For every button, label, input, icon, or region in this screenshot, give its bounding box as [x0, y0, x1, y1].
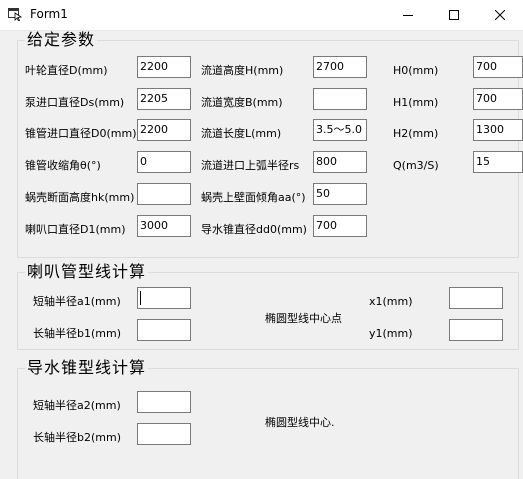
- bell-diameter-input[interactable]: 3000: [137, 215, 191, 237]
- flow-q-input[interactable]: 15: [473, 151, 523, 173]
- x1-input[interactable]: [449, 287, 503, 309]
- maximize-icon: [449, 10, 459, 20]
- cone-inlet-diameter-input[interactable]: 2200: [137, 119, 191, 141]
- bell-a1-input[interactable]: [137, 287, 191, 309]
- volute-angle-input[interactable]: 50: [313, 183, 367, 205]
- cone-center-label: 椭圆型线中心.: [265, 416, 335, 429]
- volute-height-label: 蜗壳断面高度hk(mm): [25, 191, 135, 204]
- volute-height-input[interactable]: [137, 183, 191, 205]
- h0-input[interactable]: 700: [473, 56, 523, 78]
- cone-group-title: 导水锥型线计算: [25, 358, 149, 377]
- guide-cone-diameter-label: 导水锥直径dd0(mm): [201, 223, 307, 236]
- h2-label: H2(mm): [393, 127, 439, 140]
- title-bar[interactable]: Form1: [0, 0, 523, 31]
- form-icon: [8, 8, 22, 21]
- volute-angle-label: 蜗壳上壁面倾角aa(°): [201, 191, 306, 204]
- y1-label: y1(mm): [369, 327, 413, 340]
- pump-inlet-diameter-input[interactable]: 2205: [137, 88, 191, 110]
- cone-a2-input[interactable]: [137, 391, 191, 413]
- channel-width-label: 流道宽度B(mm): [201, 96, 283, 109]
- bell-group-title: 喇叭管型线计算: [25, 262, 149, 281]
- cone-b2-input[interactable]: [137, 423, 191, 445]
- close-button[interactable]: [477, 0, 523, 30]
- maximize-button[interactable]: [431, 0, 477, 30]
- h2-input[interactable]: 1300: [473, 119, 523, 141]
- cone-a2-label: 短轴半径a2(mm): [33, 399, 121, 412]
- cone-angle-input[interactable]: 0: [137, 151, 191, 173]
- pump-inlet-diameter-label: 泵进口直径Ds(mm): [25, 96, 125, 109]
- impeller-diameter-label: 叶轮直径D(mm): [25, 64, 108, 77]
- h1-label: H1(mm): [393, 96, 439, 109]
- channel-height-label: 流道高度H(mm): [201, 64, 284, 77]
- h1-input[interactable]: 700: [473, 88, 523, 110]
- channel-width-input[interactable]: [313, 88, 367, 110]
- channel-length-input[interactable]: 3.5～5.0: [313, 119, 367, 141]
- minimize-button[interactable]: [385, 0, 431, 30]
- cone-b2-label: 长轴半径b2(mm): [33, 431, 121, 444]
- channel-arc-radius-label: 流道进口上弧半径rs: [201, 159, 300, 172]
- flow-q-label: Q(m3/S): [393, 159, 439, 172]
- h0-label: H0(mm): [393, 64, 439, 77]
- close-icon: [495, 10, 505, 20]
- impeller-diameter-input[interactable]: 2200: [137, 56, 191, 78]
- minimize-icon: [403, 15, 413, 16]
- cone-angle-label: 锥管收缩角θ(°): [25, 159, 101, 172]
- channel-height-input[interactable]: 2700: [313, 56, 367, 78]
- window-title: Form1: [30, 7, 68, 21]
- channel-length-label: 流道长度L(mm): [201, 127, 282, 140]
- bell-b1-input[interactable]: [137, 319, 191, 341]
- bell-center-label: 椭圆型线中心点: [265, 312, 342, 325]
- x1-label: x1(mm): [369, 295, 413, 308]
- bell-diameter-label: 喇叭口直径D1(mm): [25, 223, 126, 236]
- guide-cone-diameter-input[interactable]: 700: [313, 215, 367, 237]
- y1-input[interactable]: [449, 319, 503, 341]
- text-caret: [140, 291, 141, 305]
- bell-a1-label: 短轴半径a1(mm): [33, 295, 121, 308]
- channel-arc-radius-input[interactable]: 800: [313, 151, 367, 173]
- params-group-title: 给定参数: [25, 30, 98, 49]
- cone-inlet-diameter-label: 锥管进口直径D0(mm): [25, 127, 137, 140]
- bell-b1-label: 长轴半径b1(mm): [33, 327, 121, 340]
